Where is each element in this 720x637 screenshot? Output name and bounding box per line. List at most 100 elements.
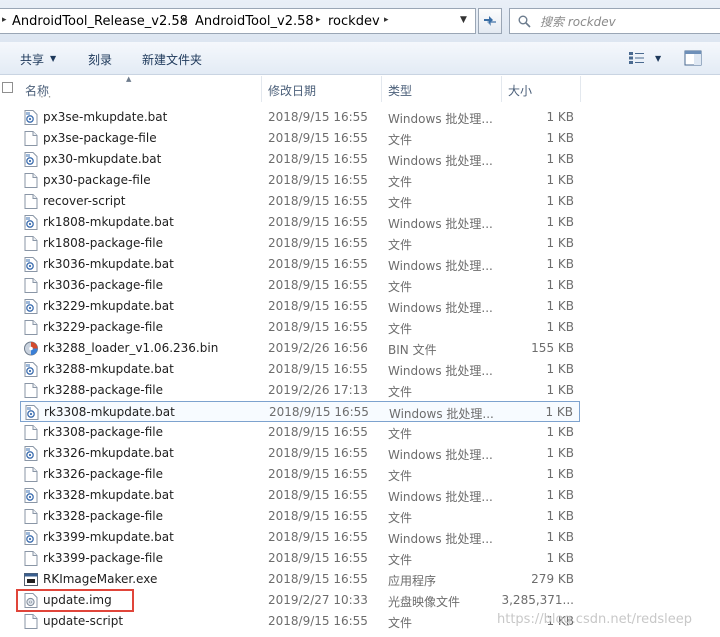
breadcrumb-item-tool[interactable]: AndroidTool_v2.58	[195, 14, 314, 29]
file-row[interactable]: recover-script 2018/9/15 16:55 文件 1 KB	[20, 191, 580, 212]
batch-file-icon	[24, 488, 38, 503]
column-divider[interactable]	[501, 76, 502, 102]
file-row[interactable]: rk1808-package-file 2018/9/15 16:55 文件 1 KB	[20, 233, 580, 254]
file-row[interactable]: rk1808-mkupdate.bat 2018/9/15 16:55 Window…	[20, 212, 580, 233]
file-size: 1 KB	[546, 467, 574, 481]
file-date: 2018/9/15 16:55	[268, 425, 368, 439]
column-header: ▲ 名称 修改日期 类型 大小	[0, 75, 720, 102]
file-date: 2018/9/15 16:55	[268, 509, 368, 523]
file-row[interactable]: rk3328-package-file 2018/9/15 16:55 文件 1 KB	[20, 506, 580, 527]
address-bar[interactable]: ▸ AndroidTool_Release_v2.58 ▸ AndroidToo…	[0, 8, 476, 34]
file-size: 1 KB	[546, 110, 574, 124]
file-type: 应用程序	[388, 574, 437, 588]
view-dropdown-icon[interactable]: ▼	[655, 54, 661, 63]
file-icon	[24, 320, 38, 335]
file-icon	[24, 236, 38, 251]
file-row[interactable]: rk3326-mkupdate.bat 2018/9/15 16:55 Window…	[20, 443, 580, 464]
file-name: recover-script	[43, 194, 126, 208]
file-icon	[24, 194, 38, 209]
column-size[interactable]: 大小	[508, 82, 532, 99]
file-name: px30-package-file	[43, 173, 151, 187]
file-size: 1 KB	[546, 215, 574, 229]
file-type: 文件	[388, 553, 413, 567]
breadcrumb-item-rockdev[interactable]: rockdev	[328, 14, 380, 29]
breadcrumb-chevron-icon[interactable]: ▸	[2, 15, 7, 25]
breadcrumb-chevron-icon[interactable]: ▸	[183, 15, 188, 25]
file-type: 文件	[388, 616, 413, 630]
file-icon	[24, 509, 38, 524]
file-type: Windows 批处理...	[388, 301, 493, 315]
file-type: 文件	[388, 133, 413, 147]
batch-file-icon	[24, 530, 38, 545]
address-dropdown-icon[interactable]: ▼	[460, 15, 467, 25]
file-type: Windows 批处理...	[388, 532, 493, 546]
refresh-button[interactable]	[478, 8, 502, 34]
breadcrumb-item-release[interactable]: AndroidTool_Release_v2.58	[12, 14, 188, 29]
file-row[interactable]: rk3229-mkupdate.bat 2018/9/15 16:55 Window…	[20, 296, 580, 317]
new-folder-button[interactable]: 新建文件夹	[142, 51, 202, 68]
file-size: 1 KB	[546, 152, 574, 166]
file-row[interactable]: rk3308-package-file 2018/9/15 16:55 文件 1 KB	[20, 422, 580, 443]
file-size: 1 KB	[546, 131, 574, 145]
file-type: BIN 文件	[388, 343, 437, 357]
breadcrumb-chevron-icon[interactable]: ▸	[384, 15, 389, 25]
file-size: 1 KB	[546, 551, 574, 565]
file-size: 1 KB	[546, 446, 574, 460]
file-date: 2018/9/15 16:55	[268, 467, 368, 481]
file-date: 2018/9/15 16:55	[268, 488, 368, 502]
file-type: 文件	[388, 385, 413, 399]
file-size: 1 KB	[546, 488, 574, 502]
breadcrumb-chevron-icon[interactable]: ▸	[316, 15, 321, 25]
file-icon	[24, 173, 38, 188]
select-all-checkbox[interactable]	[2, 82, 13, 93]
file-row[interactable]: rk3399-package-file 2018/9/15 16:55 文件 1 KB	[20, 548, 580, 569]
file-row[interactable]: px3se-mkupdate.bat 2018/9/15 16:55 Windows…	[20, 107, 580, 128]
file-icon	[24, 467, 38, 482]
file-icon	[24, 131, 38, 146]
file-row[interactable]: rk3288_loader_v1.06.236.bin 2019/2/26 16:…	[20, 338, 580, 359]
file-row[interactable]: rk3326-package-file 2018/9/15 16:55 文件 1 KB	[20, 464, 580, 485]
file-date: 2018/9/15 16:55	[268, 278, 368, 292]
share-dropdown-icon[interactable]: ▼	[50, 54, 56, 63]
column-divider[interactable]	[261, 76, 262, 102]
file-row[interactable]: px3se-package-file 2018/9/15 16:55 文件 1 KB	[20, 128, 580, 149]
file-type: 文件	[388, 238, 413, 252]
preview-pane-icon[interactable]	[684, 50, 702, 66]
file-row[interactable]: rk3328-mkupdate.bat 2018/9/15 16:55 Window…	[20, 485, 580, 506]
burn-button[interactable]: 刻录	[88, 51, 112, 68]
column-type[interactable]: 类型	[388, 82, 412, 99]
column-divider[interactable]	[381, 76, 382, 102]
file-row[interactable]: update-script 2018/9/15 16:55 文件 1 KB	[20, 611, 580, 632]
file-row[interactable]: px30-mkupdate.bat 2018/9/15 16:55 Windows …	[20, 149, 580, 170]
file-name: rk3036-mkupdate.bat	[43, 257, 174, 271]
file-date: 2019/2/26 16:56	[268, 341, 368, 355]
view-options-icon[interactable]	[628, 51, 646, 65]
file-row[interactable]: rk3288-package-file 2019/2/26 17:13 文件 1 KB	[20, 380, 580, 401]
file-name: rk3036-package-file	[43, 278, 164, 292]
file-row[interactable]: rk3229-package-file 2018/9/15 16:55 文件 1 KB	[20, 317, 580, 338]
file-name: rk3288-mkupdate.bat	[43, 362, 174, 376]
file-date: 2018/9/15 16:55	[268, 572, 368, 586]
file-date: 2018/9/15 16:55	[268, 131, 368, 145]
file-size: 1 KB	[546, 425, 574, 439]
file-name: px3se-package-file	[43, 131, 157, 145]
column-divider[interactable]	[580, 76, 581, 102]
file-row[interactable]: RKImageMaker.exe 2018/9/15 16:55 应用程序 279 K…	[20, 569, 580, 590]
share-button[interactable]: 共享	[20, 51, 44, 68]
file-row[interactable]: rk3036-package-file 2018/9/15 16:55 文件 1 KB	[20, 275, 580, 296]
file-type: Windows 批处理...	[388, 364, 493, 378]
file-name: rk3288-package-file	[43, 383, 164, 397]
file-row[interactable]: rk3308-mkupdate.bat 2018/9/15 16:55 Window…	[20, 401, 580, 422]
file-row[interactable]: rk3399-mkupdate.bat 2018/9/15 16:55 Window…	[20, 527, 580, 548]
file-date: 2018/9/15 16:55	[268, 110, 368, 124]
file-date: 2018/9/15 16:55	[268, 614, 368, 628]
file-size: 1 KB	[546, 530, 574, 544]
file-date: 2018/9/15 16:55	[268, 257, 368, 271]
file-row[interactable]: px30-package-file 2018/9/15 16:55 文件 1 KB	[20, 170, 580, 191]
search-input[interactable]	[538, 12, 717, 32]
file-row[interactable]: rk3288-mkupdate.bat 2018/9/15 16:55 Window…	[20, 359, 580, 380]
file-name: rk3308-package-file	[43, 425, 164, 439]
column-date[interactable]: 修改日期	[268, 82, 316, 99]
file-row[interactable]: rk3036-mkupdate.bat 2018/9/15 16:55 Window…	[20, 254, 580, 275]
file-size: 279 KB	[531, 572, 574, 586]
